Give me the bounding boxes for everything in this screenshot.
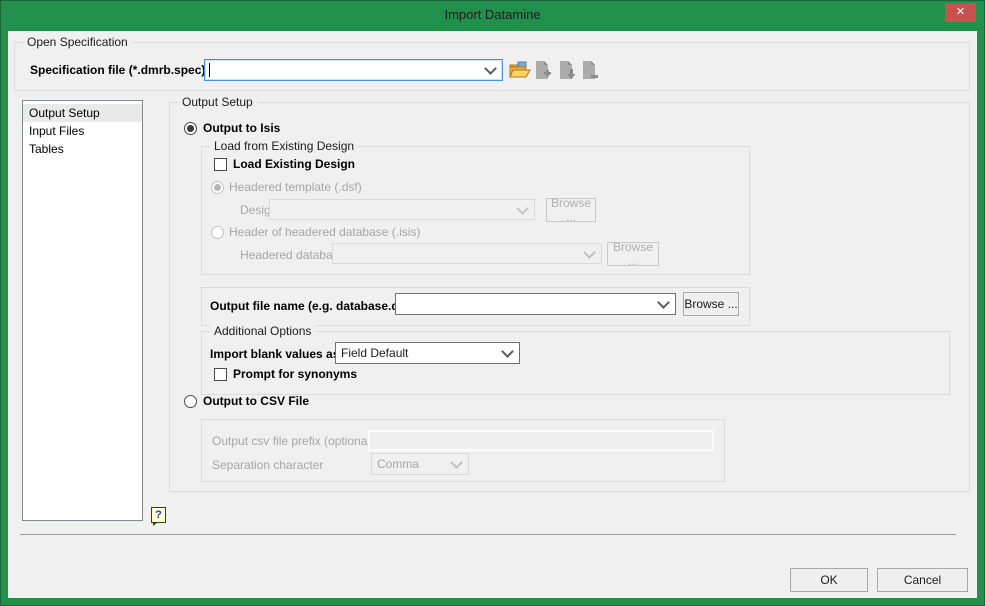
additional-options-caption: Additional Options (210, 324, 315, 338)
separation-character-value: Comma (377, 457, 419, 471)
headered-database-combobox (332, 243, 602, 264)
csv-prefix-input (368, 430, 714, 451)
design-combobox (269, 199, 535, 220)
radio-header-of-headered-database[interactable] (211, 226, 224, 239)
chevron-down-icon[interactable] (501, 345, 514, 358)
import-blank-values-dropdown[interactable]: Field Default (335, 342, 520, 364)
header-of-headered-database-label: Header of headered database (.isis) (229, 225, 420, 239)
output-file-combobox[interactable] (395, 293, 676, 315)
separation-character-label: Separation character (212, 458, 323, 472)
chevron-down-icon (516, 202, 529, 215)
prompt-for-synonyms-label: Prompt for synonyms (233, 367, 357, 381)
save-spec-icon[interactable] (557, 60, 577, 83)
output-setup-caption: Output Setup (178, 95, 257, 109)
headered-template-label: Headered template (.dsf) (229, 180, 362, 194)
design-browse-button: Browse ... (546, 198, 596, 222)
nav-item-tables[interactable]: Tables (23, 140, 142, 158)
text-caret (209, 63, 210, 77)
title-bar: Import Datamine ✕ (0, 0, 985, 31)
headered-database-label: Headered database (240, 248, 345, 262)
load-from-existing-caption: Load from Existing Design (210, 139, 358, 153)
csv-prefix-label: Output csv file prefix (optional) (212, 434, 374, 448)
cancel-button[interactable]: Cancel (877, 568, 968, 592)
headered-database-browse-button: Browse ... (607, 242, 659, 266)
dialog-body: Open Specification Specification file (*… (8, 31, 977, 598)
output-to-isis-label: Output to Isis (203, 121, 280, 135)
close-icon[interactable]: ✕ (945, 3, 976, 22)
open-spec-folder-icon[interactable] (509, 60, 531, 83)
output-file-box: Output file name (e.g. database.dhd) Bro… (201, 287, 750, 326)
chevron-down-icon[interactable] (484, 62, 497, 75)
csv-options-box: Output csv file prefix (optional) Separa… (201, 419, 725, 482)
nav-item-input-files[interactable]: Input Files (23, 122, 142, 140)
radio-output-to-isis[interactable] (184, 122, 197, 135)
chevron-down-icon (583, 246, 596, 259)
load-existing-design-checkbox[interactable] (214, 158, 227, 171)
pages-listbox[interactable]: Output Setup Input Files Tables (22, 100, 143, 521)
footer-divider (20, 534, 956, 535)
help-icon[interactable]: ? (151, 507, 166, 523)
output-file-browse-button[interactable]: Browse ... (683, 292, 739, 316)
spec-file-label: Specification file (*.dmrb.spec) (30, 63, 205, 77)
ok-button[interactable]: OK (790, 568, 868, 592)
new-spec-icon[interactable] (533, 60, 553, 83)
load-from-existing-group: Load from Existing Design Load Existing … (201, 146, 750, 275)
chevron-down-icon[interactable] (657, 296, 670, 309)
open-specification-caption: Open Specification (23, 35, 132, 49)
prompt-for-synonyms-checkbox[interactable] (214, 368, 227, 381)
load-existing-design-label: Load Existing Design (233, 157, 355, 171)
separation-character-dropdown: Comma (371, 453, 469, 475)
output-to-csv-label: Output to CSV File (203, 394, 309, 408)
dialog-title: Import Datamine (0, 0, 985, 29)
import-datamine-dialog: Import Datamine ✕ Open Specification Spe… (0, 0, 985, 606)
nav-item-output-setup[interactable]: Output Setup (23, 104, 142, 122)
spec-file-combobox[interactable] (204, 59, 503, 81)
radio-output-to-csv[interactable] (184, 395, 197, 408)
additional-options-group: Additional Options Import blank values a… (201, 331, 950, 395)
radio-headered-template[interactable] (211, 181, 224, 194)
output-file-label: Output file name (e.g. database.dhd) (210, 299, 417, 313)
chevron-down-icon (450, 456, 463, 469)
delete-spec-icon[interactable] (580, 60, 600, 83)
output-setup-group: Output Setup Output to Isis Load from Ex… (169, 102, 970, 492)
import-blank-values-value: Field Default (341, 346, 408, 360)
import-blank-values-label: Import blank values as (210, 347, 339, 361)
